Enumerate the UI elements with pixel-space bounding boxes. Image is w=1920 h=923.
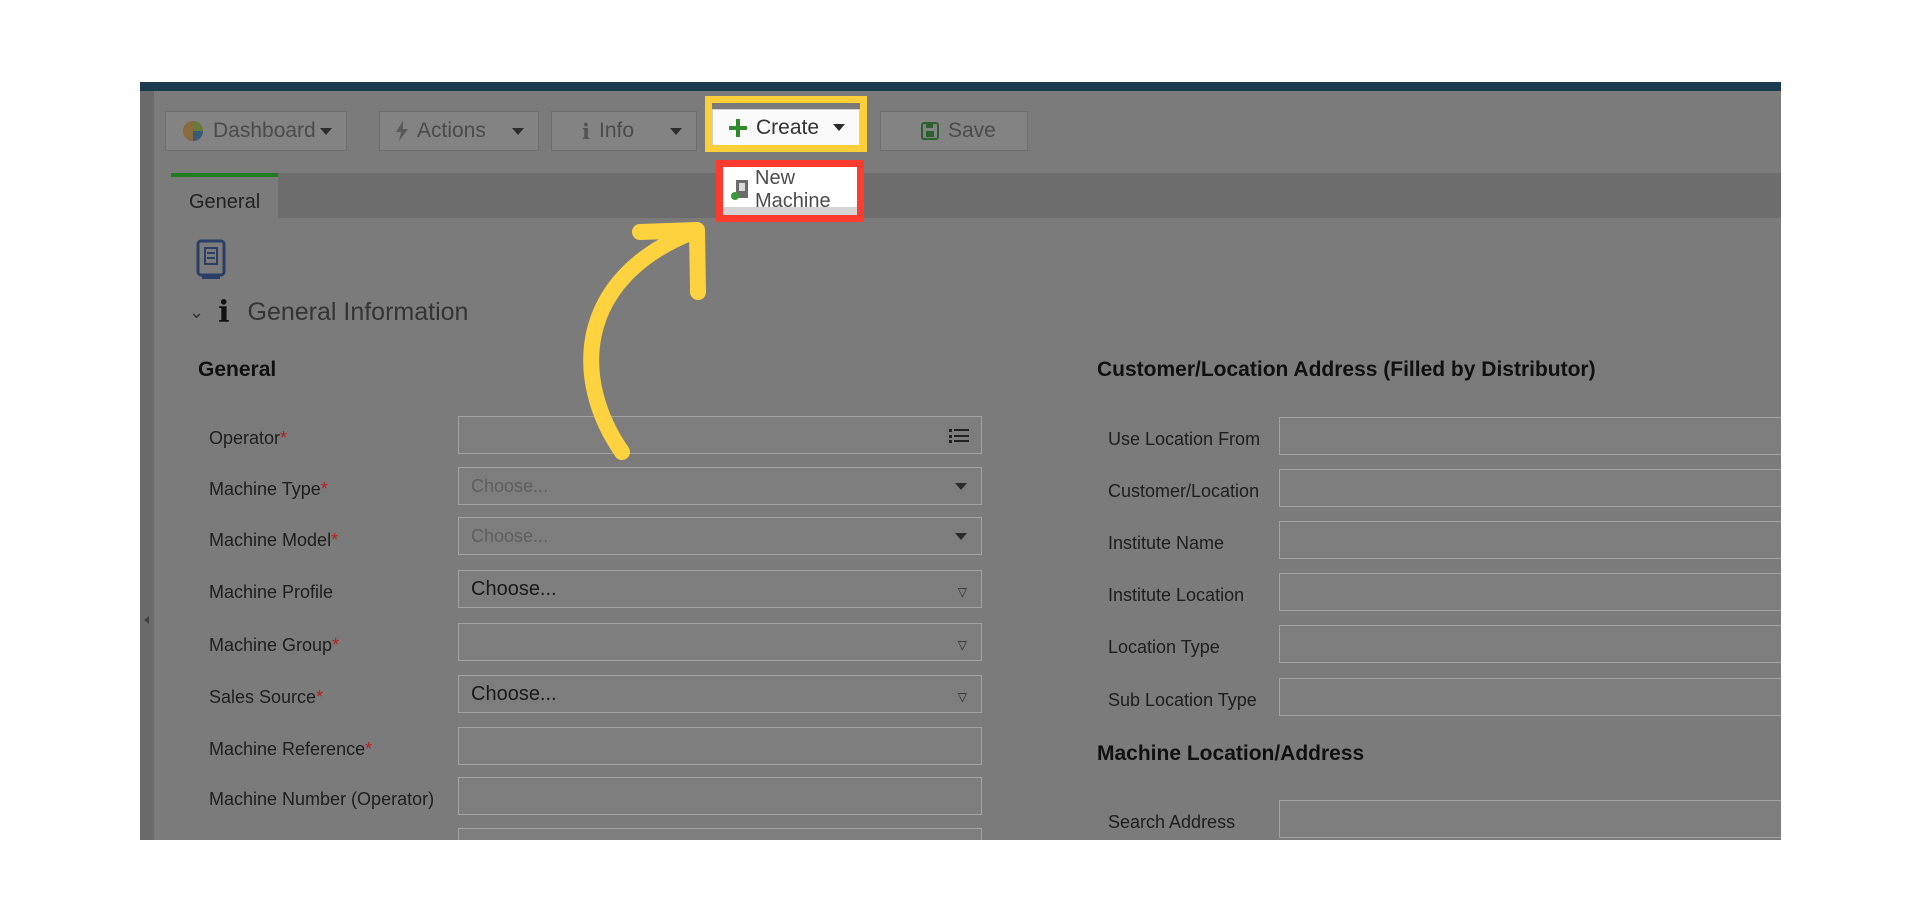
annotation-arrow-icon <box>583 222 706 460</box>
